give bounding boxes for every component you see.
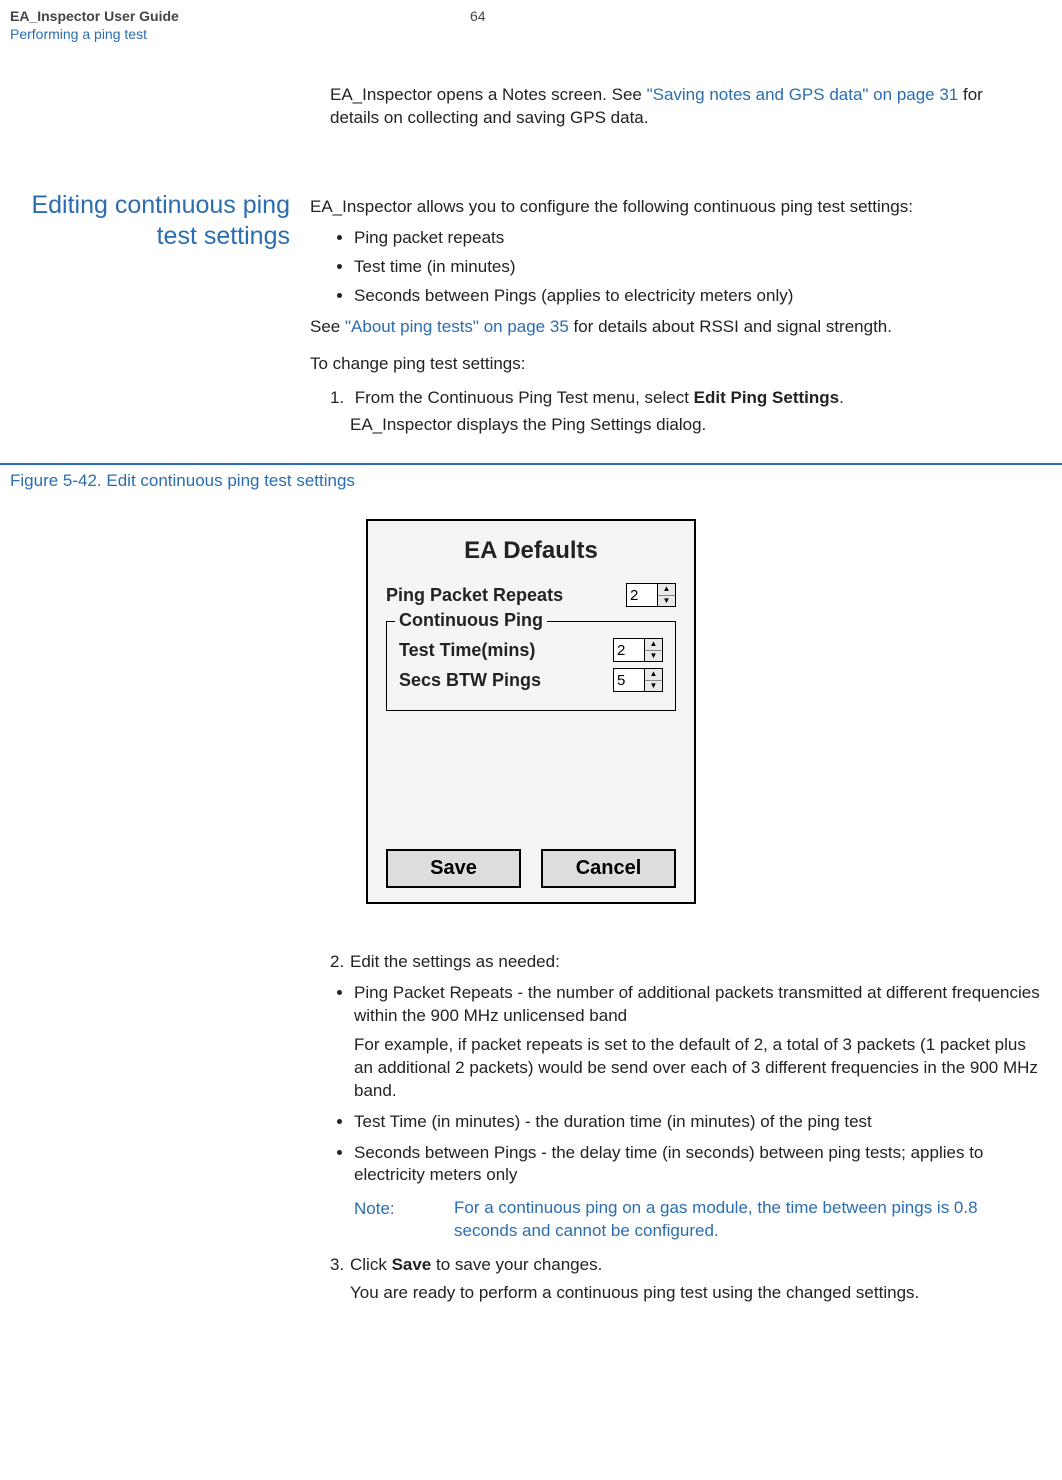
save-button[interactable]: Save — [386, 849, 521, 888]
page-number: 64 — [470, 8, 486, 42]
step-number: 2. — [330, 950, 350, 974]
link-saving-notes[interactable]: "Saving notes and GPS data" on page 31 — [647, 85, 959, 104]
continuous-ping-group: Continuous Ping Test Time(mins) ▲ ▼ Secs… — [386, 621, 676, 711]
see-prefix: See — [310, 317, 345, 336]
intro-paragraph: EA_Inspector opens a Notes screen. See "… — [330, 84, 1062, 130]
step1-sub: EA_Inspector displays the Ping Settings … — [350, 413, 1040, 437]
step-3: 3.Click Save to save your changes. You a… — [330, 1253, 1040, 1305]
intro-prefix: EA_Inspector opens a Notes screen. See — [330, 85, 647, 104]
doc-subtitle: Performing a ping test — [10, 26, 470, 42]
dialog-title: EA Defaults — [386, 537, 676, 565]
note-block: Note: For a continuous ping on a gas mod… — [354, 1197, 1040, 1243]
bullet-item: Seconds between Pings - the delay time (… — [354, 1142, 1040, 1188]
up-arrow-icon[interactable]: ▲ — [658, 584, 675, 596]
ea-defaults-dialog: EA Defaults Ping Packet Repeats ▲ ▼ Cont… — [366, 519, 696, 904]
bullet-item: Test Time (in minutes) - the duration ti… — [354, 1111, 1040, 1134]
step-number: 3. — [330, 1253, 350, 1277]
secs-btw-pings-spinner[interactable]: ▲ ▼ — [613, 668, 663, 692]
lead-text: EA_Inspector allows you to configure the… — [310, 196, 1040, 219]
to-change-line: To change ping test settings: — [310, 353, 1040, 376]
dialog-blank-area — [386, 721, 676, 841]
figure-rule — [0, 463, 1062, 465]
note-label: Note: — [354, 1197, 454, 1243]
step-number: 1. — [330, 386, 350, 410]
bullet-item: Ping Packet Repeats - the number of addi… — [354, 982, 1040, 1103]
up-arrow-icon[interactable]: ▲ — [645, 639, 662, 651]
doc-title: EA_Inspector User Guide — [10, 8, 470, 24]
ping-packet-repeats-spinner[interactable]: ▲ ▼ — [626, 583, 676, 607]
test-time-label: Test Time(mins) — [399, 640, 535, 661]
step3-bold: Save — [392, 1255, 432, 1274]
step1-suffix: . — [839, 388, 844, 407]
bullet-item: Ping packet repeats — [354, 227, 1040, 250]
group-legend: Continuous Ping — [395, 610, 547, 631]
page-header: EA_Inspector User Guide Performing a pin… — [0, 8, 1062, 42]
link-about-ping[interactable]: "About ping tests" on page 35 — [345, 317, 569, 336]
ping-packet-repeats-input[interactable] — [626, 583, 658, 607]
step3-suffix: to save your changes. — [431, 1255, 602, 1274]
down-arrow-icon[interactable]: ▼ — [645, 651, 662, 662]
secs-btw-pings-input[interactable] — [613, 668, 645, 692]
settings-bullets: Ping packet repeats Test time (in minute… — [354, 227, 1040, 308]
b1-sub: For example, if packet repeats is set to… — [354, 1034, 1040, 1103]
section-heading: Editing continuous ping test settings — [10, 190, 290, 253]
down-arrow-icon[interactable]: ▼ — [645, 681, 662, 692]
test-time-input[interactable] — [613, 638, 645, 662]
secs-btw-pings-label: Secs BTW Pings — [399, 670, 541, 691]
see-suffix: for details about RSSI and signal streng… — [569, 317, 892, 336]
bullet-item: Seconds between Pings (applies to electr… — [354, 285, 1040, 308]
step1-bold: Edit Ping Settings — [694, 388, 839, 407]
step3-sub: You are ready to perform a continuous pi… — [350, 1281, 1040, 1305]
b1-text: Ping Packet Repeats - the number of addi… — [354, 983, 1040, 1025]
figure-caption: Figure 5-42. Edit continuous ping test s… — [0, 471, 1062, 501]
step1-prefix: From the Continuous Ping Test menu, sele… — [355, 388, 694, 407]
step2-text: Edit the settings as needed: — [350, 952, 560, 971]
step-1: 1. From the Continuous Ping Test menu, s… — [330, 386, 1040, 438]
step3-prefix: Click — [350, 1255, 392, 1274]
test-time-spinner[interactable]: ▲ ▼ — [613, 638, 663, 662]
down-arrow-icon[interactable]: ▼ — [658, 596, 675, 607]
ping-packet-repeats-label: Ping Packet Repeats — [386, 585, 563, 606]
up-arrow-icon[interactable]: ▲ — [645, 669, 662, 681]
see-line: See "About ping tests" on page 35 for de… — [310, 316, 1040, 339]
step-2: 2.Edit the settings as needed: Ping Pack… — [330, 950, 1040, 1243]
bullet-item: Test time (in minutes) — [354, 256, 1040, 279]
note-text: For a continuous ping on a gas module, t… — [454, 1197, 1040, 1243]
cancel-button[interactable]: Cancel — [541, 849, 676, 888]
